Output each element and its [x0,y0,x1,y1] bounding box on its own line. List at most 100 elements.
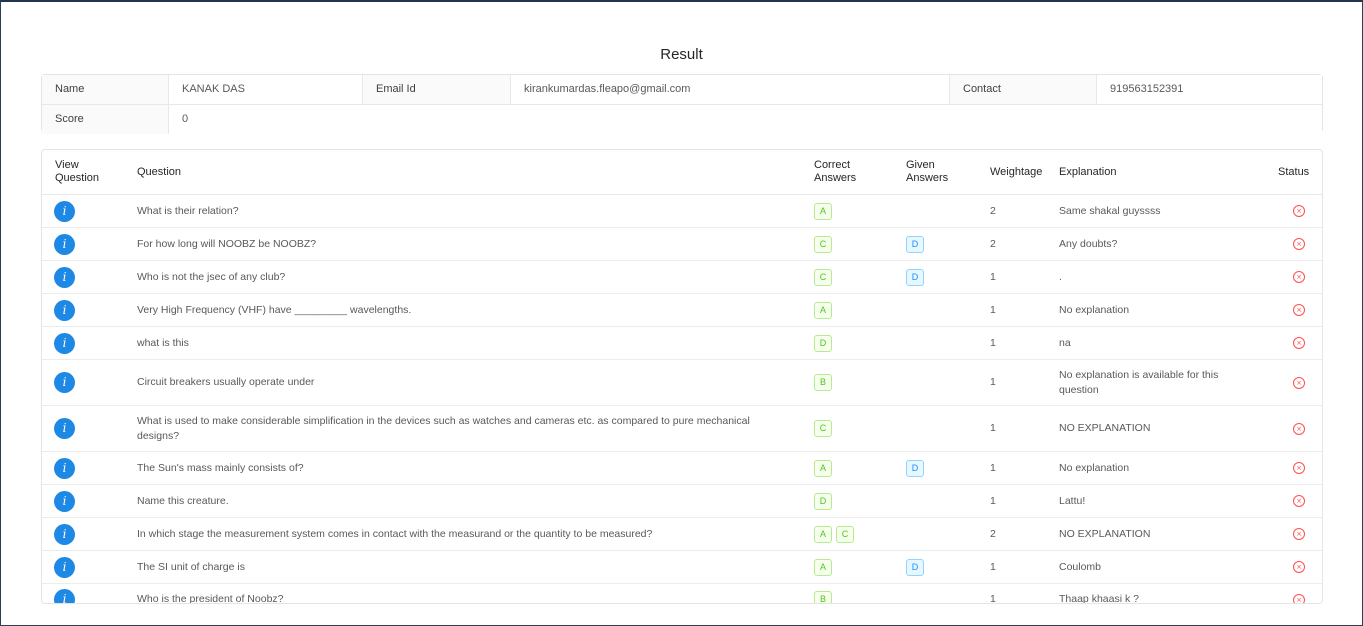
given-answers-cell [906,327,976,359]
header-given-line1: Given [906,159,935,171]
weightage-value: 1 [990,270,996,283]
name-value: KANAK DAS [169,75,363,104]
status-cell: × [1293,406,1313,451]
table-row: i what is this D 1 na × [42,327,1322,360]
correct-answers-cell: C [814,261,894,293]
close-circle-icon: × [1293,271,1305,283]
weightage-value: 2 [990,527,996,540]
explanation-text: . [1059,270,1062,283]
table-row: i Who is not the jsec of any club? C D 1. × [42,261,1322,294]
status-cell: × [1293,294,1313,326]
view-question-cell: i [54,228,84,260]
table-row: i What is their relation? A 2 Same shakal gu… [42,195,1322,228]
close-circle-icon: × [1293,422,1305,435]
question-text: what is this [137,336,189,349]
question-text: Very High Frequency (VHF) have _________… [137,303,412,316]
info-icon[interactable]: i [54,418,75,439]
status-cell: × [1293,327,1313,359]
contact-label: Contact [950,75,1097,104]
explanation-text: No explanation [1059,461,1130,474]
header-correct-line2: Answers [814,172,857,184]
question-text: Circuit breakers usually operate under [137,376,315,388]
header-view-question: View Question [55,150,125,194]
info-icon[interactable]: i [54,233,75,255]
info-row-contact: Name KANAK DAS Email Id kirankumardas.fl… [42,75,1322,105]
correct-answers-cell: A [814,551,894,583]
table-row: i Circuit breakers usually operate under B… [42,360,1322,406]
info-icon[interactable]: i [54,200,75,222]
explanation-text: na [1059,336,1071,349]
header-view-line1: View [55,159,79,171]
status-cell: × [1293,195,1313,227]
header-view-line2: Question [55,172,100,184]
correct-answers-cell: B [814,360,894,405]
close-circle-icon: × [1293,238,1305,250]
table-row: i The Sun's mass mainly consists of? A D 1 No… [42,452,1322,485]
weightage-value: 1 [990,461,996,474]
explanation-text: No explanation [1059,303,1130,316]
explanation-text: Coulomb [1059,560,1102,573]
correct-answers-cell: AC [814,518,894,550]
weightage-value: 2 [990,204,996,217]
explanation-text: No explanation is available for this que… [1059,368,1219,396]
correct-answers-cell: C [814,406,894,451]
student-info-panel: Name KANAK DAS Email Id kirankumardas.fl… [41,74,1323,134]
info-icon[interactable]: i [54,457,75,479]
correct-answers-cell: A [814,294,894,326]
close-circle-icon: × [1293,205,1305,217]
correct-answer-tag: A [814,301,832,319]
info-icon[interactable]: i [54,490,75,512]
given-answers-cell: D [906,551,976,583]
info-icon[interactable]: i [54,266,75,288]
view-question-cell: i [54,406,84,451]
info-icon[interactable]: i [54,372,75,393]
close-circle-icon: × [1293,337,1305,349]
name-label: Name [42,75,169,104]
view-question-cell: i [54,195,84,227]
close-circle-icon: × [1293,528,1305,540]
explanation-text: Any doubts? [1059,237,1118,250]
header-correct-answers: Correct Answers [814,150,894,194]
weightage-value: 1 [990,494,996,507]
correct-answer-tag: A [814,558,832,576]
status-cell: × [1293,360,1313,405]
weightage-value: 1 [990,336,996,349]
view-question-cell: i [54,518,84,550]
table-header: View Question Question Correct Answers G… [42,150,1322,195]
given-answers-cell [906,485,976,517]
weightage-value: 1 [990,303,996,316]
table-row: i In which stage the measurement system c… [42,518,1322,551]
view-question-cell: i [54,360,84,405]
status-cell: × [1293,228,1313,260]
correct-answers-cell: B [814,584,894,603]
question-text: Who is not the jsec of any club? [137,270,286,283]
page-title: Result [660,46,703,63]
status-cell: × [1293,261,1313,293]
table-row: i What is used to make considerable simpl… [42,406,1322,452]
question-text: Who is the president of Noobz? [137,593,284,604]
question-text: The SI unit of charge is [137,560,245,573]
info-icon[interactable]: i [54,523,75,545]
info-icon[interactable]: i [54,556,75,578]
explanation-text: NO EXPLANATION [1059,422,1151,434]
question-text: In which stage the measurement system co… [137,527,653,540]
correct-answer-tag: C [814,268,832,286]
header-weightage: Weightage [990,165,1043,178]
email-label: Email Id [363,75,511,104]
correct-answer-tag: A [814,202,832,220]
given-answer-tag: D [906,268,924,286]
view-question-cell: i [54,261,84,293]
given-answers-cell: D [906,452,976,484]
question-text: Name this creature. [137,494,229,507]
info-icon[interactable]: i [54,589,75,603]
info-icon[interactable]: i [54,299,75,321]
table-row: i Name this creature. D 1 Lattu! × [42,485,1322,518]
table-body: i What is their relation? A 2 Same shakal gu… [42,195,1322,604]
status-cell: × [1293,584,1313,603]
header-given-line2: Answers [906,172,949,184]
status-cell: × [1293,518,1313,550]
info-icon[interactable]: i [54,332,75,354]
given-answers-cell [906,294,976,326]
score-value: 0 [169,105,1322,134]
header-explanation: Explanation [1059,165,1117,178]
